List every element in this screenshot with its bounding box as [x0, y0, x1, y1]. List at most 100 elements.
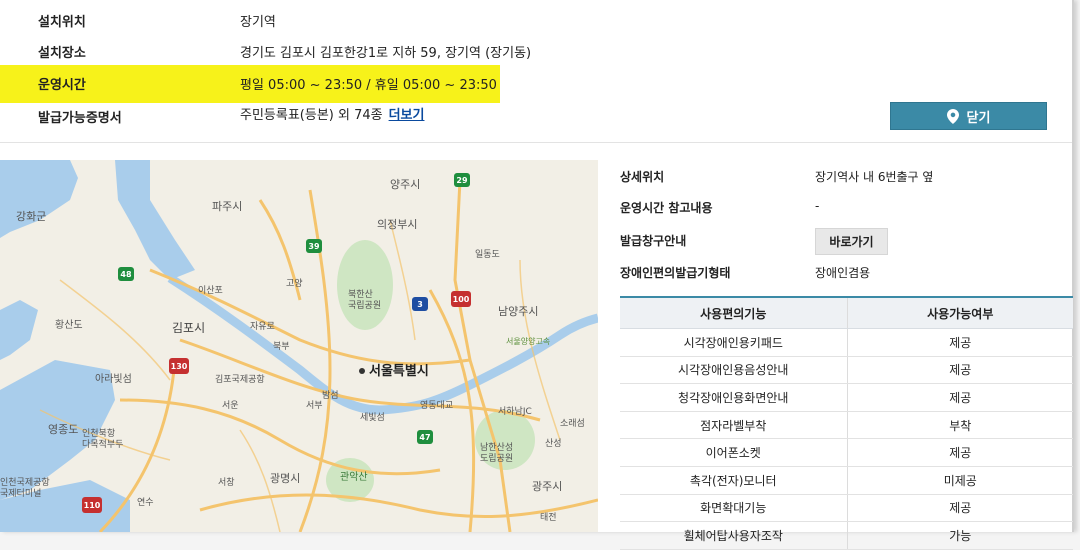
svg-text:강화군: 강화군 — [16, 210, 46, 223]
sea-area — [0, 160, 78, 238]
certs-value: 주민등록표(등본) 외 74종 — [240, 108, 383, 123]
more-link[interactable]: 더보기 — [389, 108, 425, 123]
svg-text:남양주시: 남양주시 — [498, 305, 538, 318]
svg-text:130: 130 — [171, 362, 188, 371]
close-button-label: 닫기 — [966, 110, 991, 126]
feature-cell: 촉각(전자)모니터 — [620, 466, 847, 495]
table-row: 촉각(전자)모니터 미제공 — [620, 466, 1073, 495]
table-row: 화면확대기능 제공 — [620, 494, 1073, 523]
feature-cell: 시각장애인용키패드 — [620, 328, 847, 357]
svg-text:100: 100 — [453, 295, 470, 304]
location-value: 장기역 — [240, 15, 276, 30]
availability-cell: 부착 — [846, 411, 1073, 440]
table-header-row: 사용편의기능 사용가능여부 — [620, 296, 1073, 329]
availability-cell: 제공 — [846, 356, 1073, 385]
svg-text:일동도: 일동도 — [475, 249, 500, 260]
svg-text:이산포: 이산포 — [198, 285, 223, 296]
access-label: 장애인편의발급기형태 — [620, 266, 731, 280]
svg-text:산성: 산성 — [545, 438, 562, 449]
svg-text:세빛섬: 세빛섬 — [360, 412, 385, 423]
feature-cell: 청각장애인용화면안내 — [620, 383, 847, 412]
sea-area — [0, 300, 38, 360]
svg-text:의정부시: 의정부시 — [377, 218, 417, 231]
location-pin-icon — [946, 108, 959, 124]
header-availability: 사용가능여부 — [846, 296, 1073, 329]
availability-cell: 미제공 — [846, 466, 1073, 495]
hours-value: 평일 05:00 ~ 23:50 / 휴일 05:00 ~ 23:50 — [240, 78, 497, 93]
availability-cell: 가능 — [846, 521, 1073, 550]
svg-text:서부: 서부 — [306, 400, 323, 411]
detail-location-label: 상세위치 — [620, 170, 665, 184]
svg-text:광주시: 광주시 — [532, 480, 562, 493]
availability-cell: 제공 — [846, 438, 1073, 467]
info-row-place: 설치장소 경기도 김포시 김포한강1로 지하 59, 장기역 (장기동) — [0, 35, 1072, 65]
window-label: 발급창구안내 — [620, 234, 687, 248]
svg-text:110: 110 — [84, 501, 101, 510]
info-row-location: 설치위치 장기역 — [0, 4, 1072, 34]
features-table: 사용편의기능 사용가능여부 시각장애인용키패드 제공 시각장애인용음성안내 제공 청… — [620, 296, 1073, 550]
svg-text:서하남JC: 서하남JC — [498, 406, 532, 417]
availability-cell: 제공 — [846, 494, 1073, 523]
place-value: 경기도 김포시 김포한강1로 지하 59, 장기역 (장기동) — [240, 46, 532, 61]
svg-text:김포시: 김포시 — [172, 321, 205, 335]
svg-text:북부: 북부 — [273, 341, 290, 352]
svg-text:아라빛섬: 아라빛섬 — [95, 373, 132, 385]
gimpo-airport-label: 김포국제공항 — [215, 373, 265, 385]
bukhansan-park — [337, 240, 393, 330]
seoul-label: 서울특별시 — [369, 363, 429, 379]
hours-label: 운영시간 — [38, 78, 86, 93]
table-row: 청각장애인용화면안내 제공 — [620, 383, 1073, 412]
svg-text:48: 48 — [120, 270, 132, 279]
svg-text:영동대교: 영동대교 — [420, 400, 453, 411]
svg-text:서창: 서창 — [218, 477, 235, 488]
svg-text:태전: 태전 — [540, 512, 557, 523]
svg-text:영종도: 영종도 — [48, 423, 78, 436]
location-map[interactable]: 29 39 48 3 100 130 47 110 양주시 파주시 강화군 의정… — [0, 160, 598, 532]
svg-text:밤섬: 밤섬 — [322, 390, 339, 401]
certs-value-wrap: 주민등록표(등본) 외 74종 더보기 — [240, 104, 424, 123]
svg-text:서울양양고속: 서울양양고속 — [506, 337, 550, 346]
svg-text:관악산: 관악산 — [340, 471, 368, 483]
availability-cell: 제공 — [846, 383, 1073, 412]
location-label: 설치위치 — [38, 15, 86, 30]
place-label: 설치장소 — [38, 46, 86, 61]
feature-cell: 점자라벨부착 — [620, 411, 847, 440]
svg-text:고양: 고양 — [286, 278, 303, 289]
table-row: 휠체어탑사용자조작 가능 — [620, 521, 1073, 550]
feature-cell: 휠체어탑사용자조작 — [620, 521, 847, 550]
detail-location-value: 장기역사 내 6번출구 옆 — [815, 170, 934, 184]
window-go-button[interactable]: 바로가기 — [815, 228, 888, 255]
svg-text:3: 3 — [417, 300, 423, 309]
availability-cell: 제공 — [846, 328, 1073, 357]
svg-text:자유로: 자유로 — [250, 321, 275, 332]
svg-text:29: 29 — [456, 176, 468, 185]
feature-cell: 시각장애인용음성안내 — [620, 356, 847, 385]
feature-cell: 이어폰소켓 — [620, 438, 847, 467]
svg-text:소래섬: 소래섬 — [560, 418, 585, 429]
svg-text:47: 47 — [419, 433, 430, 442]
table-row: 이어폰소켓 제공 — [620, 438, 1073, 467]
info-row-hours: 운영시간 평일 05:00 ~ 23:50 / 휴일 05:00 ~ 23:50 — [0, 67, 1072, 97]
divider — [0, 142, 1072, 143]
detail-panel: 설치위치 장기역 설치장소 경기도 김포시 김포한강1로 지하 59, 장기역 … — [0, 0, 1074, 550]
svg-text:파주시: 파주시 — [212, 200, 242, 213]
hours-note-value: - — [815, 199, 820, 213]
svg-text:광명시: 광명시 — [270, 472, 300, 485]
certs-label: 발급가능증명서 — [38, 111, 122, 126]
access-value: 장애인겸용 — [815, 266, 871, 280]
table-row: 점자라벨부착 부착 — [620, 411, 1073, 440]
river-estuary — [115, 160, 195, 280]
table-row: 시각장애인용음성안내 제공 — [620, 356, 1073, 385]
hours-note-label: 운영시간 참고내용 — [620, 201, 713, 215]
map-labels: 양주시 파주시 강화군 의정부시 남양주시 김포시 광명시 광주시 영종도 아라… — [16, 178, 585, 523]
svg-text:39: 39 — [308, 242, 320, 251]
seoul-marker — [359, 368, 365, 374]
close-button[interactable]: 닫기 — [890, 102, 1047, 130]
svg-text:연수: 연수 — [137, 497, 154, 508]
svg-text:양주시: 양주시 — [390, 178, 420, 191]
feature-cell: 화면확대기능 — [620, 494, 847, 523]
header-feature: 사용편의기능 — [620, 296, 847, 329]
svg-text:황산도: 황산도 — [55, 319, 83, 331]
table-row: 시각장애인용키패드 제공 — [620, 328, 1073, 357]
svg-text:서운: 서운 — [222, 400, 239, 411]
